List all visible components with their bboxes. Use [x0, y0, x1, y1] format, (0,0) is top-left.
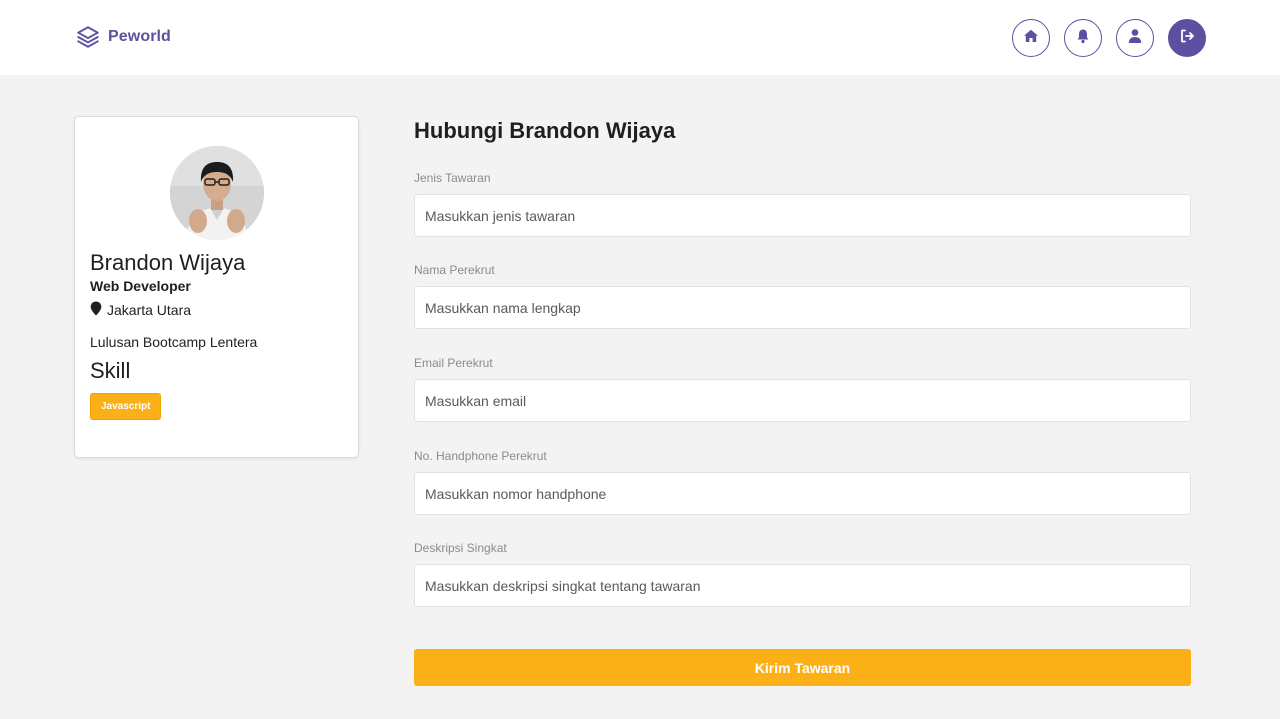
brand-logo[interactable]: Peworld — [75, 24, 171, 50]
recruiter-phone-label: No. Handphone Perekrut — [414, 449, 547, 463]
offer-type-input[interactable] — [414, 194, 1191, 237]
logout-icon — [1179, 28, 1195, 49]
profile-job-title: Web Developer — [90, 278, 191, 294]
location-text: Jakarta Utara — [107, 302, 192, 318]
brand-name: Peworld — [108, 28, 171, 45]
recruiter-email-label: Email Perekrut — [414, 356, 493, 370]
recruiter-name-label: Nama Perekrut — [414, 263, 495, 277]
offer-type-label: Jenis Tawaran — [414, 171, 491, 185]
skill-badge-javascript[interactable]: Javascript — [90, 393, 162, 420]
avatar — [170, 146, 264, 240]
map-pin-icon — [90, 301, 102, 319]
recruiter-email-input[interactable] — [414, 379, 1191, 422]
skill-heading: Skill — [90, 358, 131, 383]
description-input[interactable] — [414, 564, 1191, 607]
description-label: Deskripsi Singkat — [414, 541, 507, 555]
profile-button[interactable] — [1116, 19, 1154, 57]
profile-card: Brandon Wijaya Web Developer Jakarta Uta… — [74, 116, 359, 458]
send-offer-button[interactable]: Kirim Tawaran — [414, 649, 1191, 686]
home-icon — [1023, 28, 1039, 49]
layers-icon — [75, 24, 101, 50]
profile-bio: Lulusan Bootcamp Lentera — [90, 334, 258, 350]
navbar: Peworld — [0, 0, 1280, 75]
user-icon — [1128, 28, 1142, 49]
profile-location: Jakarta Utara — [90, 301, 191, 319]
recruiter-name-input[interactable] — [414, 286, 1191, 329]
recruiter-phone-input[interactable] — [414, 472, 1191, 515]
profile-name: Brandon Wijaya — [90, 250, 246, 275]
logout-button[interactable] — [1168, 19, 1206, 57]
notification-button[interactable] — [1064, 19, 1102, 57]
home-button[interactable] — [1012, 19, 1050, 57]
nav-actions — [1012, 19, 1206, 57]
form-title: Hubungi Brandon Wijaya — [414, 118, 676, 143]
bell-icon — [1076, 28, 1090, 49]
